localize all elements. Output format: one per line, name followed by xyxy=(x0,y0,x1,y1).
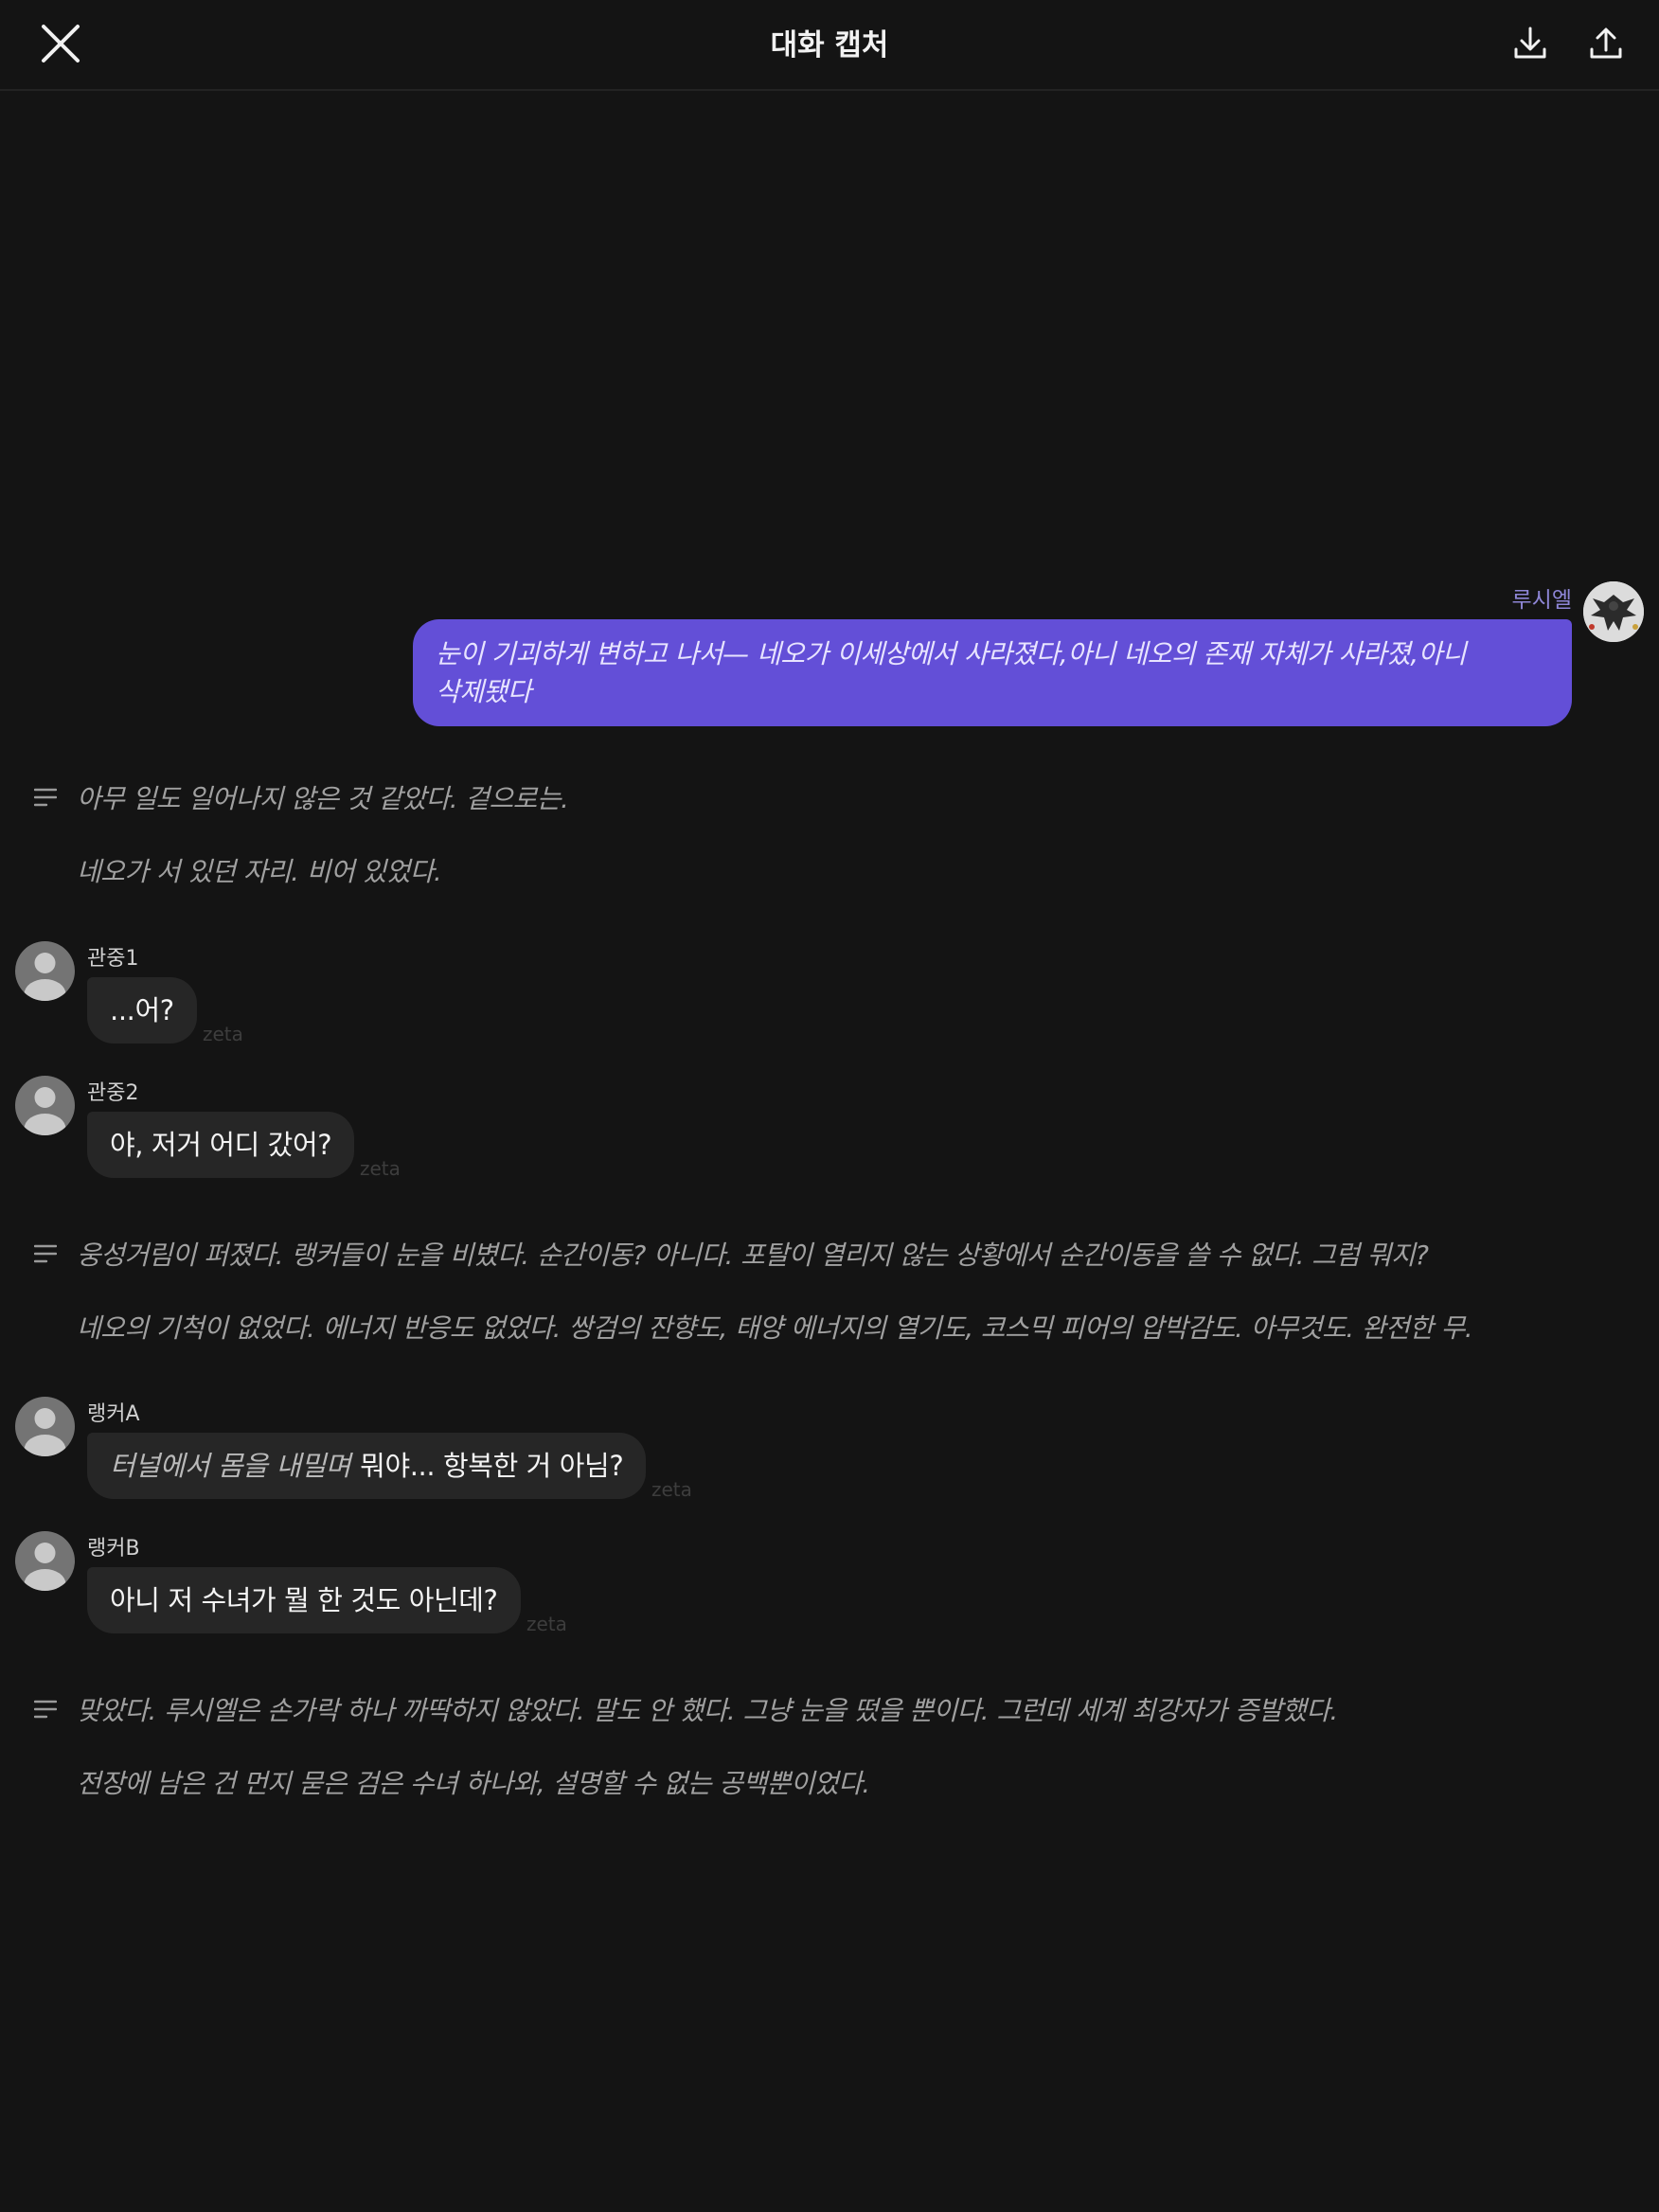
winged-figure-icon xyxy=(1583,581,1644,642)
avatar[interactable] xyxy=(15,941,75,1001)
avatar[interactable] xyxy=(15,1531,75,1591)
user-avatar[interactable] xyxy=(1583,581,1644,642)
character-name: 관중1 xyxy=(87,947,139,971)
character-message-bubble: 터널에서 몸을 내밀며 뭐야... 항복한 거 아님? xyxy=(87,1433,647,1499)
person-icon xyxy=(24,1408,66,1456)
lines-icon xyxy=(34,788,57,807)
person-icon xyxy=(24,1543,66,1591)
character-name: 랭커A xyxy=(87,1402,140,1426)
character-message-text: 야, 저거 어디 갔어? xyxy=(110,1129,332,1161)
avatar[interactable] xyxy=(15,1076,75,1135)
watermark: zeta xyxy=(203,1023,243,1045)
character-message-text: ...어? xyxy=(110,994,174,1026)
user-name: 루시엘 xyxy=(1511,588,1572,613)
character-action-text: 터널에서 몸을 내밀며 xyxy=(110,1450,351,1482)
character-message-bubble: 아니 저 수녀가 뭘 한 것도 아닌데? xyxy=(87,1567,521,1633)
user-message-bubble: 눈이 기괴하게 변하고 나서— 네오가 이세상에서 사라졌다,아니 네오의 존재… xyxy=(413,619,1572,726)
narration-line: 네오가 서 있던 자리. 비어 있었다. xyxy=(77,856,442,887)
narration-line: 네오의 기척이 없었다. 에너지 반응도 없었다. 쌍검의 잔향도, 태양 에너… xyxy=(77,1312,1473,1344)
person-icon xyxy=(24,1087,66,1135)
lines-icon xyxy=(34,1700,57,1719)
page-title: 대화 캡처 xyxy=(770,28,889,62)
lines-icon xyxy=(34,1244,57,1263)
narration-line: 맞았다. 루시엘은 손가락 하나 까딱하지 않았다. 말도 안 했다. 그냥 눈… xyxy=(77,1695,1338,1726)
watermark: zeta xyxy=(526,1613,567,1635)
watermark: zeta xyxy=(651,1478,692,1501)
person-icon xyxy=(24,953,66,1001)
download-icon xyxy=(1514,27,1546,59)
watermark: zeta xyxy=(360,1157,401,1180)
character-name: 랭커B xyxy=(87,1537,140,1561)
avatar[interactable] xyxy=(15,1397,75,1456)
character-message-bubble: ...어? xyxy=(87,977,197,1044)
share-button[interactable] xyxy=(1585,23,1627,64)
narration-line: 전장에 남은 건 먼지 묻은 검은 수녀 하나와, 설명할 수 없는 공백뿐이었… xyxy=(77,1768,870,1799)
character-message-text: 아니 저 수녀가 뭘 한 것도 아닌데? xyxy=(110,1584,498,1616)
character-message-bubble: 야, 저거 어디 갔어? xyxy=(87,1112,355,1178)
header-bar: 대화 캡처 xyxy=(0,0,1659,91)
narration-line: 웅성거림이 퍼졌다. 랭커들이 눈을 비볐다. 순간이동? 아니다. 포탈이 열… xyxy=(77,1240,1429,1271)
user-message-line: 삭제됐다 xyxy=(436,676,532,707)
character-name: 관중2 xyxy=(87,1081,139,1105)
share-icon xyxy=(1590,27,1622,59)
user-message-line: 눈이 기괴하게 변하고 나서— 네오가 이세상에서 사라졌다,아니 네오의 존재… xyxy=(436,638,1467,669)
character-message-text: 뭐야... 항복한 거 아님? xyxy=(360,1450,624,1482)
download-button[interactable] xyxy=(1509,23,1551,64)
narration-line: 아무 일도 일어나지 않은 것 같았다. 겉으로는. xyxy=(77,783,569,814)
